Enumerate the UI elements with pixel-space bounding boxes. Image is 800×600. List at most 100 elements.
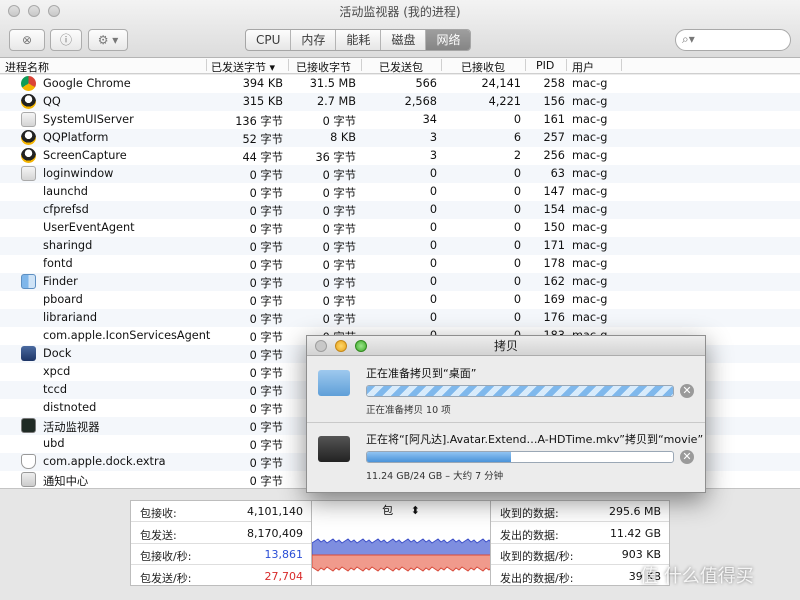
- action-menu-button[interactable]: ⚙ ▾: [88, 29, 128, 51]
- cell-sent-bytes: 0 字节: [249, 349, 283, 362]
- cell-sent-pkts: 3: [429, 149, 437, 162]
- packets-graph: [312, 538, 492, 572]
- tab-disk[interactable]: 磁盘: [381, 30, 427, 50]
- process-name: QQPlatform: [43, 131, 109, 144]
- stat-value: 903 KB: [621, 548, 661, 561]
- file-icon: [318, 436, 350, 462]
- cell-pid: 156: [543, 95, 565, 108]
- progress-fill: [367, 452, 511, 462]
- cell-pid: 150: [543, 221, 565, 234]
- process-name: 通知中心: [43, 475, 89, 488]
- cell-sent-bytes: 0 字节: [249, 223, 283, 236]
- cell-pid: 257: [543, 131, 565, 144]
- cell-pid: 162: [543, 275, 565, 288]
- activity-monitor-icon: [21, 418, 36, 433]
- dialog-close-button[interactable]: [315, 340, 327, 352]
- cell-user: mac-g: [572, 293, 608, 306]
- stat-row: 发出的数据: 11.42 GB: [491, 523, 669, 544]
- process-name: pboard: [43, 293, 83, 306]
- dialog-zoom-button[interactable]: [355, 340, 367, 352]
- inspect-process-button[interactable]: ⓘ: [50, 29, 82, 51]
- network-graph: 包 ⬍: [311, 500, 492, 586]
- process-name: Finder: [43, 275, 78, 288]
- cell-sent-bytes: 0 字节: [249, 385, 283, 398]
- cancel-copy-icon[interactable]: ✕: [680, 384, 694, 398]
- table-row[interactable]: fontd 0 字节 0 字节 0 0 178 mac-g: [0, 255, 800, 273]
- table-row[interactable]: librariand 0 字节 0 字节 0 0 176 mac-g: [0, 309, 800, 327]
- column-header-pid[interactable]: PID: [536, 59, 554, 72]
- column-separator: [361, 59, 362, 71]
- stat-value: 295.6 MB: [608, 505, 661, 518]
- table-row[interactable]: UserEventAgent 0 字节 0 字节 0 0 150 mac-g: [0, 219, 800, 237]
- table-row[interactable]: ScreenCapture 44 字节 36 字节 3 2 256 mac-g: [0, 147, 800, 165]
- progress-bar: [366, 385, 674, 397]
- column-header-user[interactable]: 用户: [572, 59, 594, 75]
- cell-sent-bytes: 52 字节: [242, 133, 283, 146]
- table-row[interactable]: loginwindow 0 字节 0 字节 0 0 63 mac-g: [0, 165, 800, 183]
- column-header-bytes-received[interactable]: 已接收字节: [296, 59, 351, 75]
- cell-sent-bytes: 0 字节: [249, 457, 283, 470]
- tab-memory[interactable]: 内存: [291, 30, 337, 50]
- cell-sent-bytes: 44 字节: [242, 151, 283, 164]
- column-header-process-name[interactable]: 进程名称: [5, 59, 49, 75]
- cell-recv-bytes: 36 字节: [315, 151, 356, 164]
- process-name: Google Chrome: [43, 77, 131, 90]
- cancel-copy-icon[interactable]: ✕: [680, 450, 694, 464]
- cell-sent-pkts: 34: [422, 113, 437, 126]
- cell-sent-bytes: 0 字节: [249, 295, 283, 308]
- cell-pid: 256: [543, 149, 565, 162]
- table-row[interactable]: SystemUIServer 136 字节 0 字节 34 0 161 mac-g: [0, 111, 800, 129]
- stat-label: 包接收/秒:: [140, 550, 192, 563]
- stop-process-button[interactable]: ⊗: [9, 29, 45, 51]
- tab-cpu[interactable]: CPU: [246, 30, 292, 50]
- graph-selector[interactable]: 包 ⬍: [312, 501, 490, 523]
- table-row[interactable]: QQPlatform 52 字节 8 KB 3 6 257 mac-g: [0, 129, 800, 147]
- table-row[interactable]: cfprefsd 0 字节 0 字节 0 0 154 mac-g: [0, 201, 800, 219]
- cell-sent-bytes: 0 字节: [249, 205, 283, 218]
- cell-user: mac-g: [572, 311, 608, 324]
- cell-recv-pkts: 24,141: [481, 77, 521, 90]
- stat-label: 收到的数据/秒:: [500, 550, 574, 563]
- copy-task-status: 11.24 GB/24 GB – 大约 7 分钟: [366, 471, 504, 482]
- table-row[interactable]: Finder 0 字节 0 字节 0 0 162 mac-g: [0, 273, 800, 291]
- column-header-bytes-sent[interactable]: 已发送字节 ▾: [211, 59, 275, 75]
- app-icon: [21, 166, 36, 181]
- cell-recv-bytes: 0 字节: [322, 313, 356, 326]
- cell-user: mac-g: [572, 185, 608, 198]
- process-name: Dock: [43, 347, 72, 360]
- search-field[interactable]: ⌕▾: [675, 29, 791, 51]
- cell-sent-pkts: 0: [429, 185, 437, 198]
- cell-recv-pkts: 0: [513, 185, 521, 198]
- cell-sent-bytes: 136 字节: [235, 115, 283, 128]
- cell-recv-bytes: 0 字节: [322, 115, 356, 128]
- cell-user: mac-g: [572, 167, 608, 180]
- process-name: cfprefsd: [43, 203, 89, 216]
- cell-recv-bytes: 2.7 MB: [316, 95, 356, 108]
- table-row[interactable]: QQ 315 KB 2.7 MB 2,568 4,221 156 mac-g: [0, 93, 800, 111]
- column-header-packets-sent[interactable]: 已发送包: [379, 59, 423, 75]
- tab-energy[interactable]: 能耗: [336, 30, 382, 50]
- cell-sent-pkts: 2,568: [404, 95, 437, 108]
- table-row[interactable]: Google Chrome 394 KB 31.5 MB 566 24,141 258 ma…: [0, 75, 800, 93]
- sent-series-area: [312, 554, 492, 572]
- column-separator: [206, 59, 207, 71]
- cell-recv-pkts: 4,221: [488, 95, 521, 108]
- table-row[interactable]: pboard 0 字节 0 字节 0 0 169 mac-g: [0, 291, 800, 309]
- column-separator: [566, 59, 567, 71]
- column-header-packets-received[interactable]: 已接收包: [461, 59, 505, 75]
- cell-user: mac-g: [572, 203, 608, 216]
- cell-recv-bytes: 0 字节: [322, 259, 356, 272]
- table-header: 进程名称 已发送字节 ▾ 已接收字节 已发送包 已接收包 PID 用户: [0, 58, 800, 74]
- table-row[interactable]: sharingd 0 字节 0 字节 0 0 171 mac-g: [0, 237, 800, 255]
- dialog-minimize-button[interactable]: [335, 340, 347, 352]
- activity-monitor-window: 活动监视器 (我的进程) ⊗ ⓘ ⚙ ▾ CPU 内存 能耗 磁盘 网络 ⌕▾ 进程名称…: [0, 0, 800, 600]
- cell-sent-bytes: 394 KB: [242, 77, 283, 90]
- tab-network[interactable]: 网络: [426, 30, 471, 50]
- shield-icon: [21, 454, 36, 469]
- process-name: distnoted: [43, 401, 97, 414]
- table-row[interactable]: launchd 0 字节 0 字节 0 0 147 mac-g: [0, 183, 800, 201]
- stat-value: 8,170,409: [247, 526, 303, 540]
- process-name: sharingd: [43, 239, 93, 252]
- cell-pid: 161: [543, 113, 565, 126]
- cell-sent-pkts: 0: [429, 221, 437, 234]
